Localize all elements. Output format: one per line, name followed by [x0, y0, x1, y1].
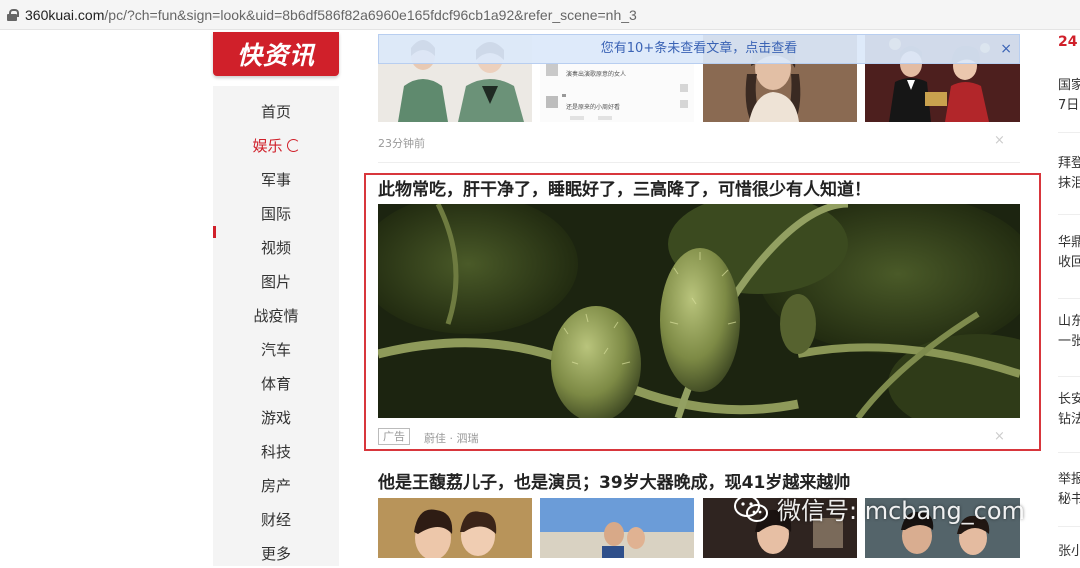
divider	[1058, 452, 1080, 453]
rail-title: 24	[1058, 34, 1078, 50]
nav-item-epidemic[interactable]: 战疫情	[213, 302, 339, 330]
thumbnail-image[interactable]	[378, 498, 532, 558]
watermark-text: 微信号: mcbang_com	[777, 497, 1025, 525]
nav-item-sports[interactable]: 体育	[213, 370, 339, 398]
rail-news-line[interactable]: 钻法	[1058, 408, 1080, 427]
rail-news-line[interactable]: 长安	[1058, 388, 1080, 407]
dismiss-icon[interactable]: ×	[994, 429, 1005, 444]
item-time: 23分钟前	[378, 137, 425, 150]
ad-headline[interactable]: 此物常吃，肝干净了，睡眠好了，三高降了，可惜很少有人知道！	[378, 175, 871, 200]
divider	[1058, 298, 1080, 299]
wechat-watermark: 微信号: mcbang_com	[733, 491, 1025, 526]
divider	[378, 162, 1020, 163]
lock-icon[interactable]	[7, 8, 19, 21]
notice-text[interactable]: 您有10+条未查看文章，点击查看	[601, 41, 797, 56]
rail-news-line[interactable]: 抹泪	[1058, 172, 1080, 191]
article-headline[interactable]: 他是王馥荔儿子，也是演员；39岁大器晚成，现41岁越来越帅	[378, 468, 850, 493]
nav-item-finance[interactable]: 财经	[213, 506, 339, 534]
thumbnail-image[interactable]	[540, 498, 694, 558]
ad-source[interactable]: 蔚佳 · 泗瑞	[424, 430, 479, 446]
chat-line: 还是原来的小周好看	[566, 104, 621, 111]
rail-news-line[interactable]: 举报	[1058, 468, 1080, 487]
right-rail: 24 国家 7日 拜登 抹泪 华鼎 收回 山东 一张 长安 钻法 举报 秘书 张…	[1058, 30, 1080, 558]
nav-item-more[interactable]: 更多	[213, 540, 339, 568]
nav-item-tech[interactable]: 科技	[213, 438, 339, 466]
nav-item-entertainment[interactable]: 娱乐	[213, 132, 339, 160]
logo-text: 快资讯	[236, 41, 315, 70]
rail-news-line[interactable]: 张小	[1058, 540, 1080, 558]
refresh-icon[interactable]	[286, 139, 300, 152]
nav-item-international[interactable]: 国际	[213, 200, 339, 228]
side-nav: 首页 娱乐 军事 国际 视频 图片 战疫情 汽车 体育 游戏 科技 房产 财经 …	[213, 86, 339, 566]
nav-item-auto[interactable]: 汽车	[213, 336, 339, 364]
nav-item-home[interactable]: 首页	[213, 98, 339, 126]
divider	[1058, 132, 1080, 133]
rail-news-line[interactable]: 拜登	[1058, 152, 1080, 171]
rail-news-line[interactable]: 收回	[1058, 251, 1080, 270]
nav-item-military[interactable]: 军事	[213, 166, 339, 194]
ad-image[interactable]	[378, 204, 1020, 418]
rail-news-line[interactable]: 华鼎	[1058, 231, 1080, 250]
nav-item-realestate[interactable]: 房产	[213, 472, 339, 500]
divider	[1058, 526, 1080, 527]
ad-label: 广告	[378, 428, 410, 445]
dismiss-icon[interactable]: ×	[994, 133, 1005, 148]
wechat-icon	[733, 494, 769, 524]
nav-item-games[interactable]: 游戏	[213, 404, 339, 432]
nav-item-pictures[interactable]: 图片	[213, 268, 339, 296]
notice-close-button[interactable]: ×	[1000, 35, 1012, 63]
nav-item-video[interactable]: 视频	[213, 234, 339, 262]
rail-news-line[interactable]: 山东	[1058, 310, 1080, 329]
address-bar[interactable]: 360kuai.com/pc/?ch=fun&sign=look&uid=8b6…	[0, 0, 1080, 30]
site-logo[interactable]: 快资讯	[213, 32, 339, 76]
new-articles-notice[interactable]: 您有10+条未查看文章，点击查看 ×	[378, 34, 1020, 64]
divider	[1058, 376, 1080, 377]
chat-line: 演奏出演歌原意的女人	[566, 71, 627, 78]
rail-news-line[interactable]: 7日	[1058, 94, 1079, 113]
divider	[1058, 214, 1080, 215]
url-text[interactable]: 360kuai.com/pc/?ch=fun&sign=look&uid=8b6…	[25, 7, 637, 23]
rail-news-line[interactable]: 一张	[1058, 330, 1080, 349]
rail-news-line[interactable]: 秘书	[1058, 488, 1080, 507]
rail-news-line[interactable]: 国家	[1058, 74, 1080, 93]
